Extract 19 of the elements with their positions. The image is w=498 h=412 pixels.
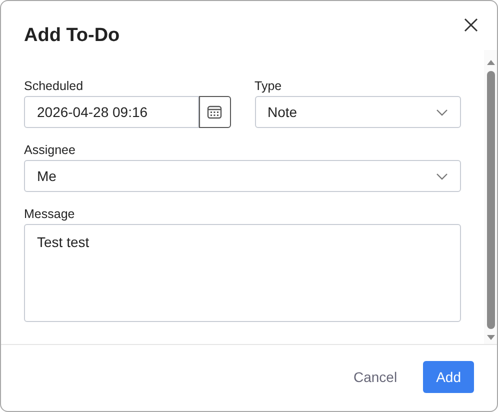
scroll-up-arrow-icon[interactable] [486, 60, 494, 65]
dropdown[interactable]: Note [254, 96, 461, 128]
close-icon[interactable] [463, 17, 479, 33]
field-label: Assignee [24, 142, 76, 158]
dropdown[interactable]: Me [24, 160, 461, 192]
field-label: Message [24, 206, 76, 222]
scroll-down-arrow-icon[interactable] [486, 335, 494, 340]
message-field[interactable]: Test test [24, 224, 461, 322]
calendar-button[interactable] [198, 96, 230, 128]
chevron-down-icon [436, 172, 448, 180]
dialog-title: Add To-Do [24, 24, 120, 48]
add-button[interactable]: Add [423, 361, 474, 393]
date-field[interactable]: 2026-04-28 09:16 [24, 96, 198, 128]
field-label: Scheduled [24, 78, 84, 94]
chevron-down-icon [436, 108, 448, 116]
cancel-button[interactable]: Cancel [347, 361, 404, 393]
calendar-icon [207, 105, 222, 119]
scrollbar[interactable] [484, 50, 497, 344]
field-label: Type [254, 78, 283, 94]
